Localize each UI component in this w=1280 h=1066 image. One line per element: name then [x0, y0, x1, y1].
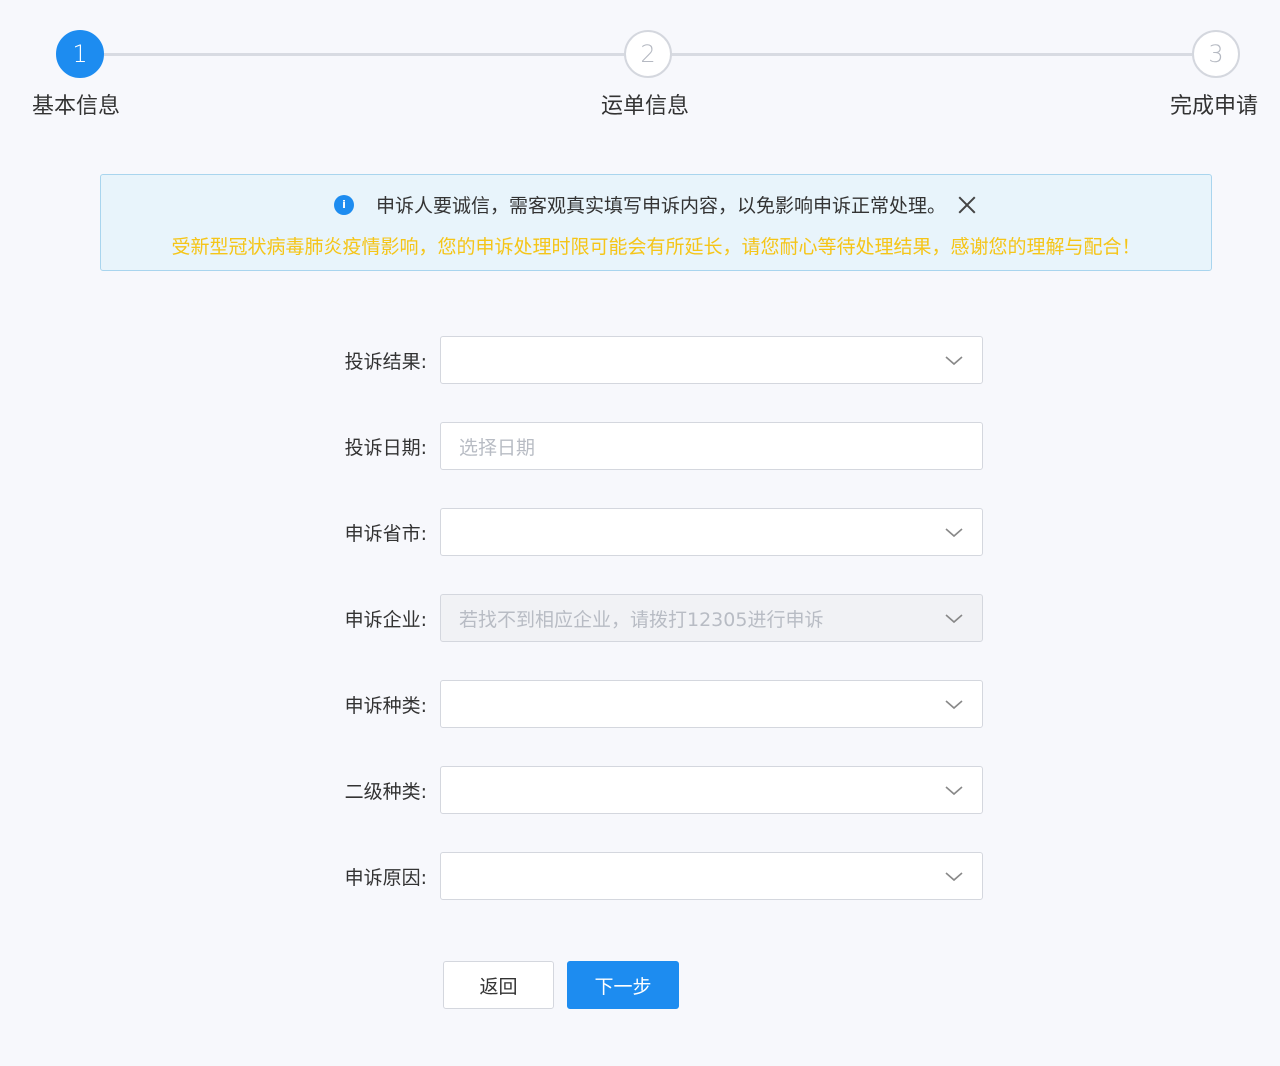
step-connector [104, 53, 624, 56]
field-label: 投诉日期: [345, 422, 427, 470]
subcategory-select[interactable] [440, 766, 983, 814]
back-button[interactable]: 返回 [443, 961, 554, 1009]
step-3-indicator: 3 [1192, 30, 1240, 78]
company-select[interactable]: 若找不到相应企业，请拨打12305进行申诉 [440, 594, 983, 642]
complaint-date-input[interactable]: 选择日期 [440, 422, 983, 470]
progress-steps: 1 基本信息 2 运单信息 3 完成申请 [0, 0, 1280, 140]
field-label: 申诉企业: [345, 594, 427, 642]
select-placeholder: 若找不到相应企业，请拨打12305进行申诉 [459, 605, 823, 632]
close-icon[interactable] [956, 194, 978, 216]
chevron-down-icon [944, 522, 964, 542]
step-2-label: 运单信息 [601, 88, 689, 120]
complaint-result-select[interactable] [440, 336, 983, 384]
chevron-down-icon [944, 780, 964, 800]
chevron-down-icon [944, 350, 964, 370]
info-icon: i [334, 195, 354, 215]
step-2-indicator: 2 [624, 30, 672, 78]
step-1-label: 基本信息 [32, 88, 120, 120]
form-row-category: 申诉种类: [0, 680, 1280, 728]
form-row-company: 申诉企业: 若找不到相应企业，请拨打12305进行申诉 [0, 594, 1280, 642]
field-label: 投诉结果: [345, 336, 427, 384]
notice-line-2: 受新型冠状病毒肺炎疫情影响，您的申诉处理时限可能会有所延长，请您耐心等待处理结果… [101, 232, 1211, 259]
date-placeholder: 选择日期 [459, 433, 535, 460]
next-step-button[interactable]: 下一步 [567, 961, 679, 1009]
field-label: 申诉省市: [345, 508, 427, 556]
field-label: 申诉种类: [345, 680, 427, 728]
form-row-complaint-result: 投诉结果: [0, 336, 1280, 384]
chevron-down-icon [944, 608, 964, 628]
chevron-down-icon [944, 866, 964, 886]
form-row-complaint-date: 投诉日期: 选择日期 [0, 422, 1280, 470]
step-3-label: 完成申请 [1170, 88, 1258, 120]
category-select[interactable] [440, 680, 983, 728]
field-label: 二级种类: [345, 766, 427, 814]
notice-banner: i 申诉人要诚信，需客观真实填写申诉内容，以免影响申诉正常处理。 受新型冠状病毒… [100, 174, 1212, 271]
reason-select[interactable] [440, 852, 983, 900]
notice-line-1: 申诉人要诚信，需客观真实填写申诉内容，以免影响申诉正常处理。 [376, 191, 946, 218]
form-row-reason: 申诉原因: [0, 852, 1280, 900]
form-row-subcategory: 二级种类: [0, 766, 1280, 814]
step-1-indicator: 1 [56, 30, 104, 78]
form-row-province-city: 申诉省市: [0, 508, 1280, 556]
province-city-select[interactable] [440, 508, 983, 556]
chevron-down-icon [944, 694, 964, 714]
field-label: 申诉原因: [345, 852, 427, 900]
step-connector [672, 53, 1192, 56]
